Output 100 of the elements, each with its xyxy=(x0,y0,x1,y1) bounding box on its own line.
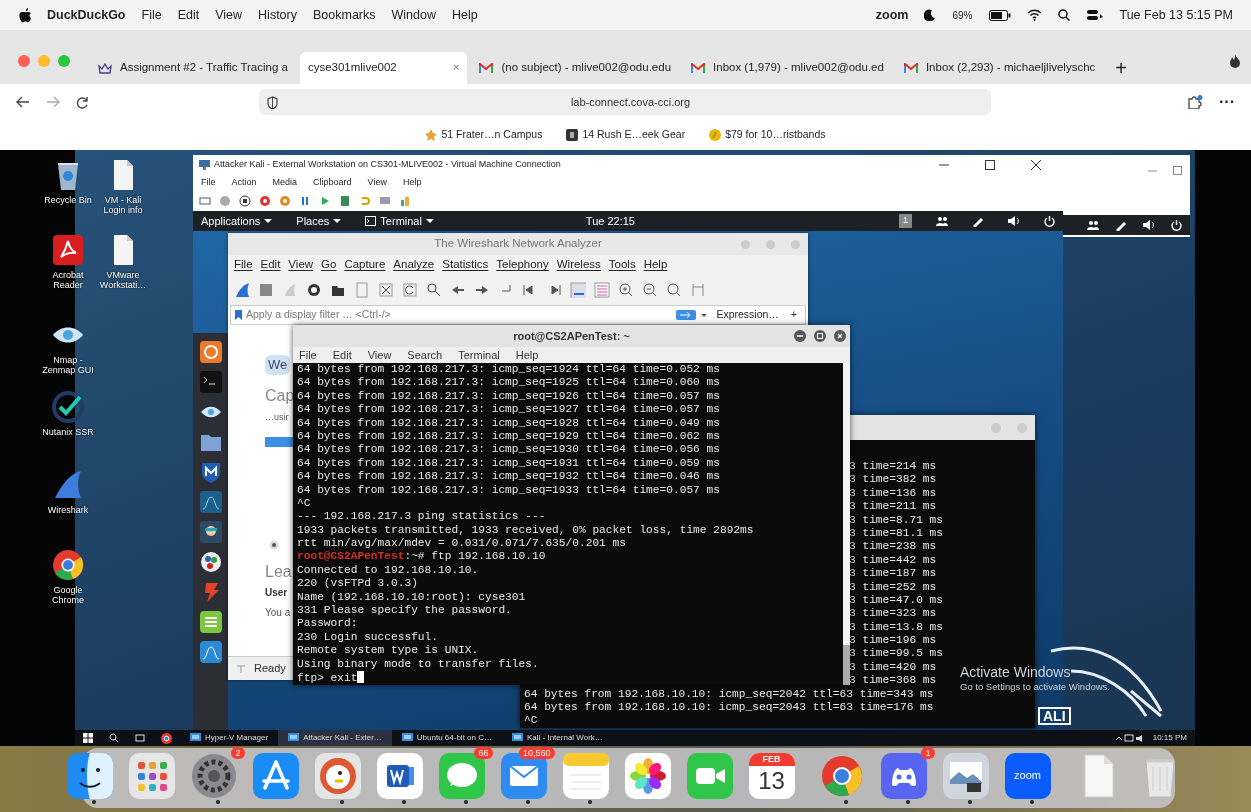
browser-tab[interactable]: Inbox (1,979) - mlive002@odu.ed xyxy=(683,52,892,84)
windows-start-icon[interactable] xyxy=(83,733,93,743)
dock-app[interactable]: 66 xyxy=(438,746,493,799)
reload-icon[interactable] xyxy=(402,282,418,298)
gear-icon[interactable] xyxy=(306,282,322,298)
app-name[interactable]: DuckDuckGo xyxy=(47,5,126,25)
people-icon[interactable] xyxy=(936,216,948,226)
power-icon[interactable] xyxy=(1044,215,1055,227)
maximize-icon[interactable] xyxy=(814,330,826,342)
new-tab-button[interactable]: + xyxy=(1107,52,1135,84)
zoom-status[interactable]: zoom xyxy=(875,5,909,25)
list-app-icon[interactable] xyxy=(199,611,222,633)
dock-app[interactable]: zoom xyxy=(1004,746,1059,799)
close-icon[interactable] xyxy=(834,330,846,342)
minimize-icon[interactable] xyxy=(794,330,806,342)
wifi-icon[interactable] xyxy=(1026,9,1042,21)
shield-m-icon[interactable] xyxy=(199,461,222,483)
menu-item[interactable]: Help xyxy=(402,176,422,190)
browser-tab[interactable]: Assignment #2 - Traffic Tracing a xyxy=(90,52,296,84)
menubar-clock[interactable]: Tue Feb 13 5:15 PM xyxy=(1119,5,1233,25)
menu-item[interactable]: View xyxy=(367,346,392,364)
battery-icon[interactable] xyxy=(988,9,1011,21)
close-icon[interactable] xyxy=(1031,160,1041,170)
menu-item[interactable]: Terminal xyxy=(458,346,500,364)
bookmark-link[interactable]: 51 Frater…n Campus xyxy=(425,127,543,143)
desktop-shortcut[interactable]: VM - Kali Login info xyxy=(96,158,150,216)
character-icon[interactable] xyxy=(199,521,222,543)
radio-button-icon[interactable] xyxy=(269,540,279,550)
menu-item[interactable]: Tools xyxy=(608,256,636,274)
pen-icon[interactable] xyxy=(1115,219,1127,231)
search-icon[interactable] xyxy=(109,733,119,743)
menu-item[interactable]: Edit xyxy=(260,256,281,274)
monitor-icon[interactable] xyxy=(379,195,391,207)
chrome-icon[interactable] xyxy=(161,732,172,744)
scrollbar[interactable] xyxy=(843,363,850,685)
restart-icon[interactable] xyxy=(282,282,298,298)
fin-app-icon[interactable] xyxy=(199,491,222,513)
menu-item[interactable]: Statistics xyxy=(442,256,489,274)
maximize-icon[interactable] xyxy=(985,160,995,170)
dock-app[interactable]: FEB 13 xyxy=(748,746,803,799)
dots-icon[interactable] xyxy=(199,551,222,573)
search-icon[interactable] xyxy=(1057,9,1070,21)
dock-app[interactable]: 10,560 xyxy=(500,746,555,799)
shark-fin-icon[interactable] xyxy=(234,282,250,298)
menu-item[interactable]: File xyxy=(141,5,162,25)
reload-icon[interactable] xyxy=(76,95,89,109)
bookmark-link[interactable]: $79 for 10…ristbands xyxy=(709,127,826,143)
pen-icon[interactable] xyxy=(972,215,984,227)
desktop-shortcut[interactable]: Google Chrome xyxy=(41,548,95,606)
autoscroll-icon[interactable] xyxy=(570,282,586,298)
kali-menu[interactable]: Applications xyxy=(201,212,273,230)
colorize-icon[interactable] xyxy=(594,282,610,298)
caret-icon[interactable] xyxy=(700,311,709,319)
zoom-reset-icon[interactable] xyxy=(666,282,682,298)
expression-button[interactable]: Expression… xyxy=(712,307,783,323)
desktop-shortcut[interactable]: Acrobat Reader xyxy=(41,233,95,291)
menu-item[interactable]: Edit xyxy=(177,5,200,25)
stop-icon[interactable] xyxy=(239,195,251,207)
speaker-icon[interactable] xyxy=(1143,220,1155,230)
menu-item[interactable]: File xyxy=(299,346,317,364)
zoom-out-icon[interactable] xyxy=(642,282,658,298)
filter-field[interactable]: Apply a display filter … <Ctrl-/> Expression… + xyxy=(230,305,806,325)
menu-item[interactable]: Go xyxy=(321,256,337,274)
menu-item[interactable]: Analyze xyxy=(393,256,435,274)
play-icon[interactable] xyxy=(319,195,331,207)
chart-icon[interactable] xyxy=(399,195,411,207)
terminal-icon[interactable] xyxy=(199,371,222,393)
desktop-shortcut[interactable]: VMware Workstati… xyxy=(96,233,150,291)
kali-menu[interactable]: Terminal xyxy=(365,212,434,230)
menu-item[interactable]: Capture xyxy=(344,256,386,274)
menu-item[interactable]: Window xyxy=(391,5,436,25)
browser-tab[interactable]: (no subject) - mlive002@odu.edu xyxy=(471,52,680,84)
add-filter-button[interactable]: + xyxy=(786,307,801,323)
taskbar-button[interactable]: Kali - Internal Work… xyxy=(502,730,613,746)
menu-item[interactable]: File xyxy=(234,256,253,274)
welcome-button[interactable]: We xyxy=(265,355,291,375)
dock-app[interactable]: 2 xyxy=(190,746,245,799)
menu-item[interactable]: Help xyxy=(452,5,478,25)
desktop-shortcut[interactable]: Nmap - Zenmap GUI xyxy=(41,318,95,376)
browser-tab[interactable]: cyse301mlive002 × xyxy=(299,52,468,84)
close-file-icon[interactable] xyxy=(378,282,394,298)
back-arrow-icon[interactable] xyxy=(16,96,30,108)
menu-item[interactable]: Media xyxy=(272,176,298,190)
reset-icon[interactable] xyxy=(279,195,291,207)
zoom-in-icon[interactable] xyxy=(618,282,634,298)
taskbar-button[interactable]: Attacker Kali - Exter… xyxy=(278,730,392,746)
menu-item[interactable]: Action xyxy=(231,176,257,190)
shield-icon[interactable] xyxy=(267,95,278,109)
dock-app[interactable]: 1 xyxy=(880,746,935,799)
menu-item[interactable]: View xyxy=(288,256,314,274)
extension-icon[interactable] xyxy=(1187,95,1203,109)
browser-tab[interactable]: Inbox (2,293) - michaeljlivelyschc xyxy=(895,52,1104,84)
task-view-icon[interactable] xyxy=(135,733,145,743)
fin-app-icon[interactable] xyxy=(199,641,222,663)
toggle-icon[interactable] xyxy=(1085,9,1104,21)
menu-item[interactable]: Telephony xyxy=(496,256,549,274)
menu-item[interactable]: Wireless xyxy=(556,256,601,274)
desktop-shortcut[interactable]: Wireshark xyxy=(41,468,95,516)
moon-icon[interactable] xyxy=(924,9,937,21)
desktop-shortcut[interactable]: Recycle Bin xyxy=(41,158,95,206)
